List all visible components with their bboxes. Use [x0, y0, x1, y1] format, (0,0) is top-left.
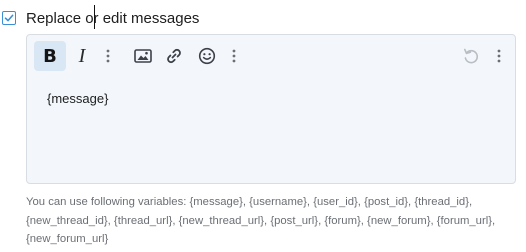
emoji-icon [198, 47, 216, 65]
editor-toolbar: B I [27, 35, 515, 77]
editor-content[interactable]: {message} [47, 91, 108, 106]
checkmark-icon [4, 14, 14, 22]
replace-messages-label[interactable]: Replace or edit messages [26, 4, 199, 29]
insert-link-button[interactable] [160, 41, 188, 71]
bold-button[interactable]: B [34, 41, 66, 71]
more-options-button[interactable] [490, 41, 508, 71]
text-cursor [94, 4, 95, 29]
insert-image-button[interactable] [129, 41, 157, 71]
undo-icon [464, 48, 479, 64]
more-insert-options-button[interactable] [225, 41, 243, 71]
undo-button[interactable] [457, 41, 485, 71]
more-vertical-icon [232, 49, 236, 63]
replace-messages-option[interactable]: Replace or edit messages [2, 4, 199, 29]
replace-messages-checkbox[interactable] [2, 11, 16, 25]
message-editor[interactable]: B I {message} [26, 34, 516, 184]
italic-button[interactable]: I [68, 41, 96, 71]
more-text-options-button[interactable] [99, 41, 117, 71]
more-vertical-icon [106, 49, 110, 63]
italic-icon: I [78, 44, 86, 67]
bold-icon: B [43, 45, 57, 67]
insert-emoji-button[interactable] [193, 41, 221, 71]
link-icon [167, 48, 181, 64]
more-vertical-icon [497, 49, 501, 63]
variables-help-text: You can use following variables: {messag… [26, 196, 496, 245]
image-icon [134, 49, 152, 63]
